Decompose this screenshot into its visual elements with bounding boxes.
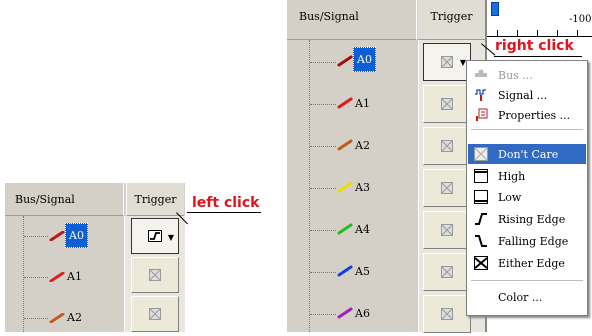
menu-item-signal[interactable]: Signal ...	[468, 85, 586, 105]
probe-icon	[337, 55, 353, 70]
signal-label-a1[interactable]: A1	[355, 97, 370, 110]
dont-care-icon	[441, 140, 453, 152]
menu-separator	[471, 280, 583, 281]
signal-label-a2[interactable]: A2	[67, 311, 82, 324]
trigger-header: Trigger	[418, 0, 485, 40]
falling-edge-icon	[473, 234, 489, 248]
timeline-ruler: -100ns	[485, 0, 592, 40]
rising-edge-icon	[148, 230, 162, 242]
probe-icon	[337, 181, 353, 196]
signal-label-a5[interactable]: A5	[355, 265, 370, 278]
time-label: -100ns	[569, 14, 592, 25]
left-screenshot-panel: Bus/Signal Trigger A0 A1 A2 ▼	[5, 183, 185, 332]
trigger-cell-a1[interactable]	[423, 85, 471, 123]
trigger-cell-a4[interactable]	[423, 211, 471, 249]
signal-label-a0[interactable]: A0	[65, 223, 88, 248]
dont-care-icon	[473, 147, 489, 161]
callout-underline	[187, 212, 261, 213]
context-menu: Bus ... Signal ... Properties ... Don't …	[466, 60, 588, 316]
low-icon	[473, 190, 489, 204]
callout-underline	[494, 56, 582, 57]
probe-icon	[337, 97, 353, 112]
menu-separator	[471, 129, 583, 130]
signal-label-a0[interactable]: A0	[353, 47, 376, 72]
dont-care-icon	[441, 266, 453, 278]
dropdown-arrow-icon[interactable]: ▼	[168, 233, 174, 242]
signal-row-a2[interactable]: A2	[5, 298, 124, 332]
menu-item-properties[interactable]: Properties ...	[468, 105, 586, 125]
signal-label-a6[interactable]: A6	[355, 307, 370, 320]
dont-care-icon	[441, 98, 453, 110]
signal-row-a6[interactable]: A6	[287, 294, 417, 336]
probe-icon	[49, 231, 65, 241]
trigger-header-label: Trigger	[430, 10, 473, 23]
either-edge-icon	[473, 256, 489, 270]
signal-row-a1[interactable]: A1	[5, 257, 124, 298]
menu-item-low[interactable]: Low	[468, 187, 586, 207]
signal-icon	[473, 88, 489, 102]
trigger-cell-a0[interactable]: ▼	[423, 43, 471, 81]
signal-row-a5[interactable]: A5	[287, 252, 417, 294]
trigger-cell-a6[interactable]	[423, 295, 471, 333]
menu-item-falling-edge[interactable]: Falling Edge	[468, 231, 586, 251]
trigger-header: Trigger	[126, 183, 184, 216]
menu-item-either-edge[interactable]: Either Edge	[468, 253, 586, 273]
trigger-cell-a0[interactable]: ▼	[131, 218, 179, 254]
high-icon	[473, 169, 489, 183]
signal-row-a0[interactable]: A0	[5, 216, 124, 257]
probe-icon	[337, 307, 353, 322]
dont-care-icon	[441, 182, 453, 194]
signal-label-a3[interactable]: A3	[355, 181, 370, 194]
bus-signal-header: Bus/Signal	[5, 183, 124, 216]
bus-icon	[473, 68, 489, 82]
signal-row-a1[interactable]: A1	[287, 84, 417, 126]
dont-care-icon	[149, 269, 161, 281]
probe-icon	[337, 265, 353, 280]
trigger-cell-a1[interactable]	[131, 257, 179, 293]
menu-item-bus[interactable]: Bus ...	[468, 65, 586, 85]
menu-item-dont-care[interactable]: Don't Care	[468, 144, 586, 164]
signal-label-a2[interactable]: A2	[355, 139, 370, 152]
properties-icon	[473, 108, 489, 122]
dont-care-icon	[441, 56, 453, 68]
trigger-cell-a5[interactable]	[423, 253, 471, 291]
signal-row-a2[interactable]: A2	[287, 126, 417, 168]
signal-row-a4[interactable]: A4	[287, 210, 417, 252]
dont-care-icon	[441, 224, 453, 236]
rising-edge-icon	[473, 212, 489, 226]
menu-item-high[interactable]: High	[468, 166, 586, 186]
dont-care-icon	[149, 308, 161, 320]
bus-signal-header: Bus/Signal	[287, 0, 417, 40]
dont-care-icon	[441, 308, 453, 320]
signal-list: A0 A1 A2	[5, 216, 124, 332]
right-click-callout: right click	[495, 38, 574, 54]
trigger-cell-a3[interactable]	[423, 169, 471, 207]
trigger-column: ▼	[124, 216, 185, 332]
signal-label-a1[interactable]: A1	[67, 270, 82, 283]
trigger-header-label: Trigger	[134, 192, 177, 206]
menu-item-color[interactable]: Color ...	[468, 287, 586, 307]
signal-row-a3[interactable]: A3	[287, 168, 417, 210]
trigger-cell-a2[interactable]	[131, 296, 179, 332]
bus-signal-header-label: Bus/Signal	[15, 192, 75, 206]
menu-item-rising-edge[interactable]: Rising Edge	[468, 209, 586, 229]
probe-icon	[49, 313, 65, 323]
probe-icon	[337, 139, 353, 154]
trigger-cell-a2[interactable]	[423, 127, 471, 165]
probe-icon	[337, 223, 353, 238]
signal-row-a0[interactable]: A0	[287, 42, 417, 84]
left-click-callout: left click	[192, 195, 260, 211]
signal-label-a4[interactable]: A4	[355, 223, 370, 236]
bus-signal-header-label: Bus/Signal	[299, 10, 359, 23]
time-cursor-icon[interactable]	[491, 2, 499, 16]
probe-icon	[49, 272, 65, 282]
